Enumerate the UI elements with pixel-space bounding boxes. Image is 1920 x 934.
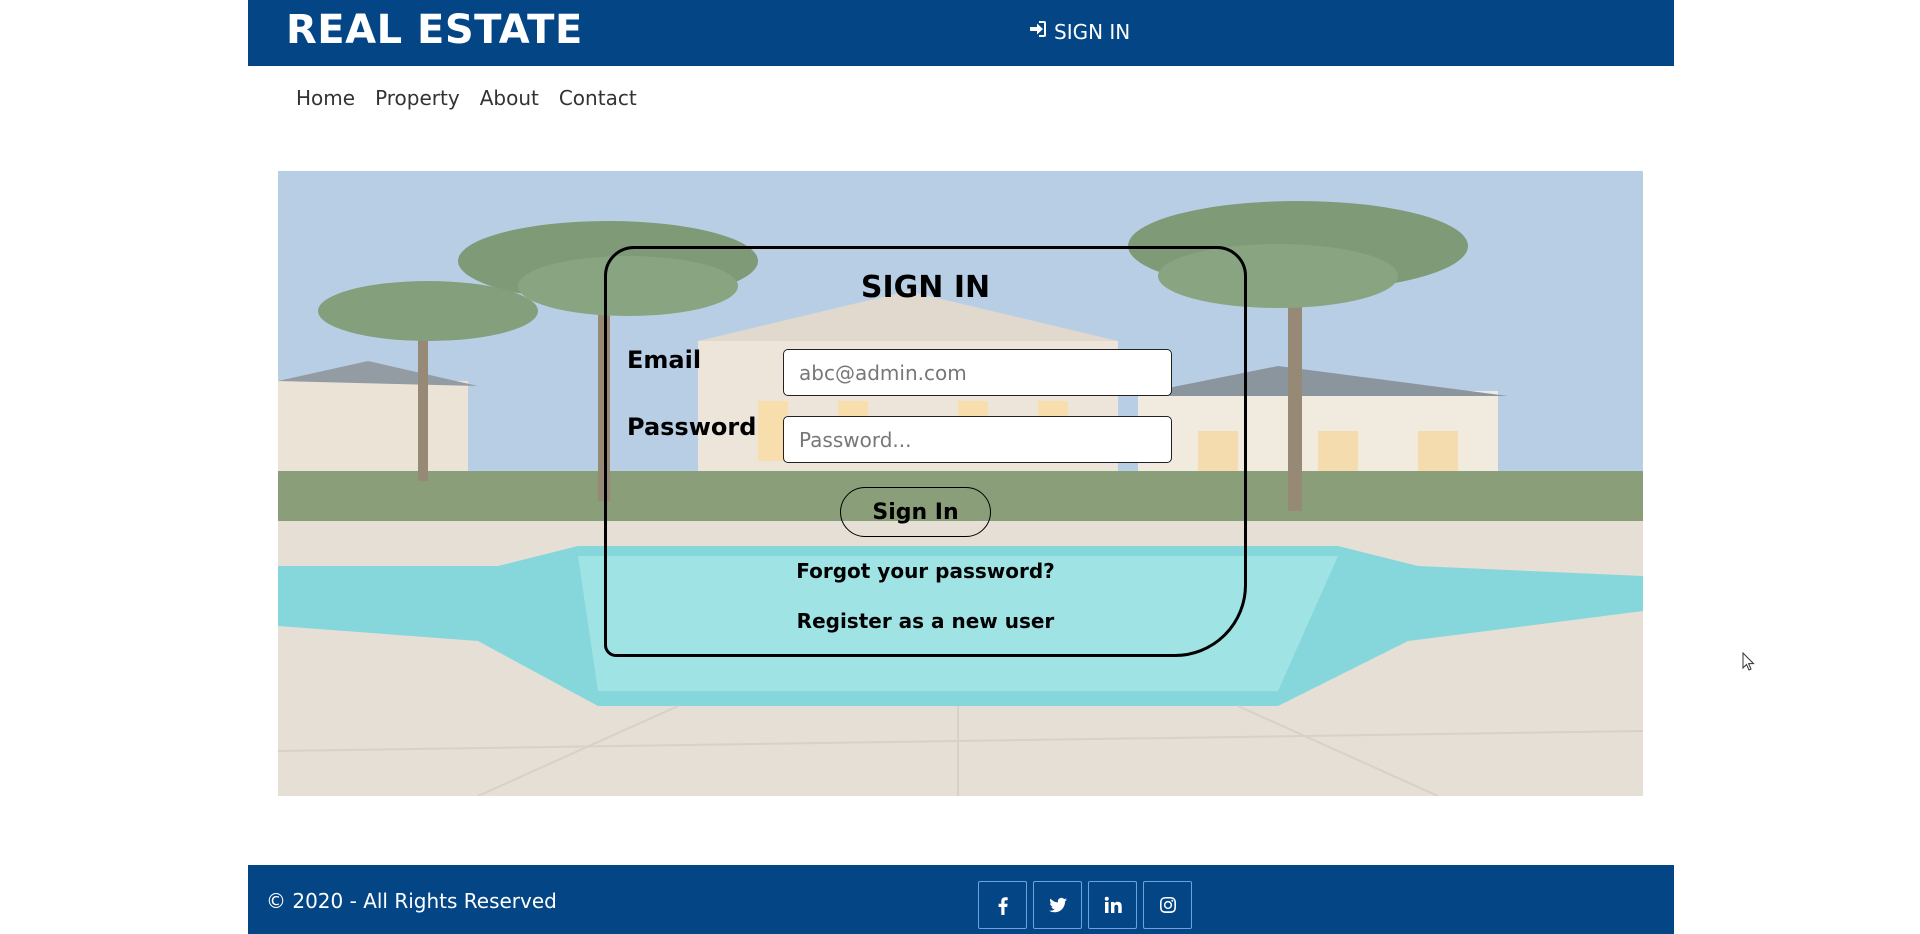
signin-button[interactable]: Sign In	[840, 487, 991, 537]
facebook-button[interactable]	[978, 881, 1027, 929]
linkedin-button[interactable]	[1088, 881, 1137, 929]
sign-in-icon	[1028, 19, 1048, 44]
twitter-icon	[1048, 897, 1067, 913]
footer: © 2020 - All Rights Reserved	[248, 865, 1674, 934]
brand-title[interactable]: REAL ESTATE	[286, 4, 583, 56]
mouse-cursor-icon	[1742, 652, 1755, 671]
header-signin-link[interactable]: SIGN IN	[1028, 19, 1130, 44]
register-link[interactable]: Register as a new user	[607, 609, 1244, 633]
social-links	[978, 881, 1192, 929]
main-nav: Home Property About Contact	[296, 86, 637, 110]
instagram-icon	[1159, 897, 1176, 913]
signin-card: SIGN IN Email Password Sign In Forgot yo…	[604, 246, 1247, 657]
top-bar: REAL ESTATE SIGN IN	[248, 0, 1674, 66]
password-label: Password	[627, 413, 757, 441]
nav-item-contact[interactable]: Contact	[559, 86, 637, 110]
linkedin-icon	[1104, 896, 1122, 913]
nav-item-property[interactable]: Property	[375, 86, 460, 110]
signin-title: SIGN IN	[860, 270, 991, 305]
nav-item-about[interactable]: About	[480, 86, 539, 110]
header-signin-label: SIGN IN	[1054, 19, 1131, 44]
email-label: Email	[627, 346, 702, 374]
email-field[interactable]	[783, 349, 1172, 396]
nav-item-home[interactable]: Home	[296, 86, 355, 110]
twitter-button[interactable]	[1033, 881, 1082, 929]
forgot-password-link[interactable]: Forgot your password?	[607, 559, 1244, 583]
password-field[interactable]	[783, 416, 1172, 463]
instagram-button[interactable]	[1143, 881, 1192, 929]
facebook-icon	[998, 897, 1008, 915]
hero-banner: SIGN IN Email Password Sign In Forgot yo…	[278, 171, 1643, 796]
copyright-text: © 2020 - All Rights Reserved	[266, 889, 557, 913]
